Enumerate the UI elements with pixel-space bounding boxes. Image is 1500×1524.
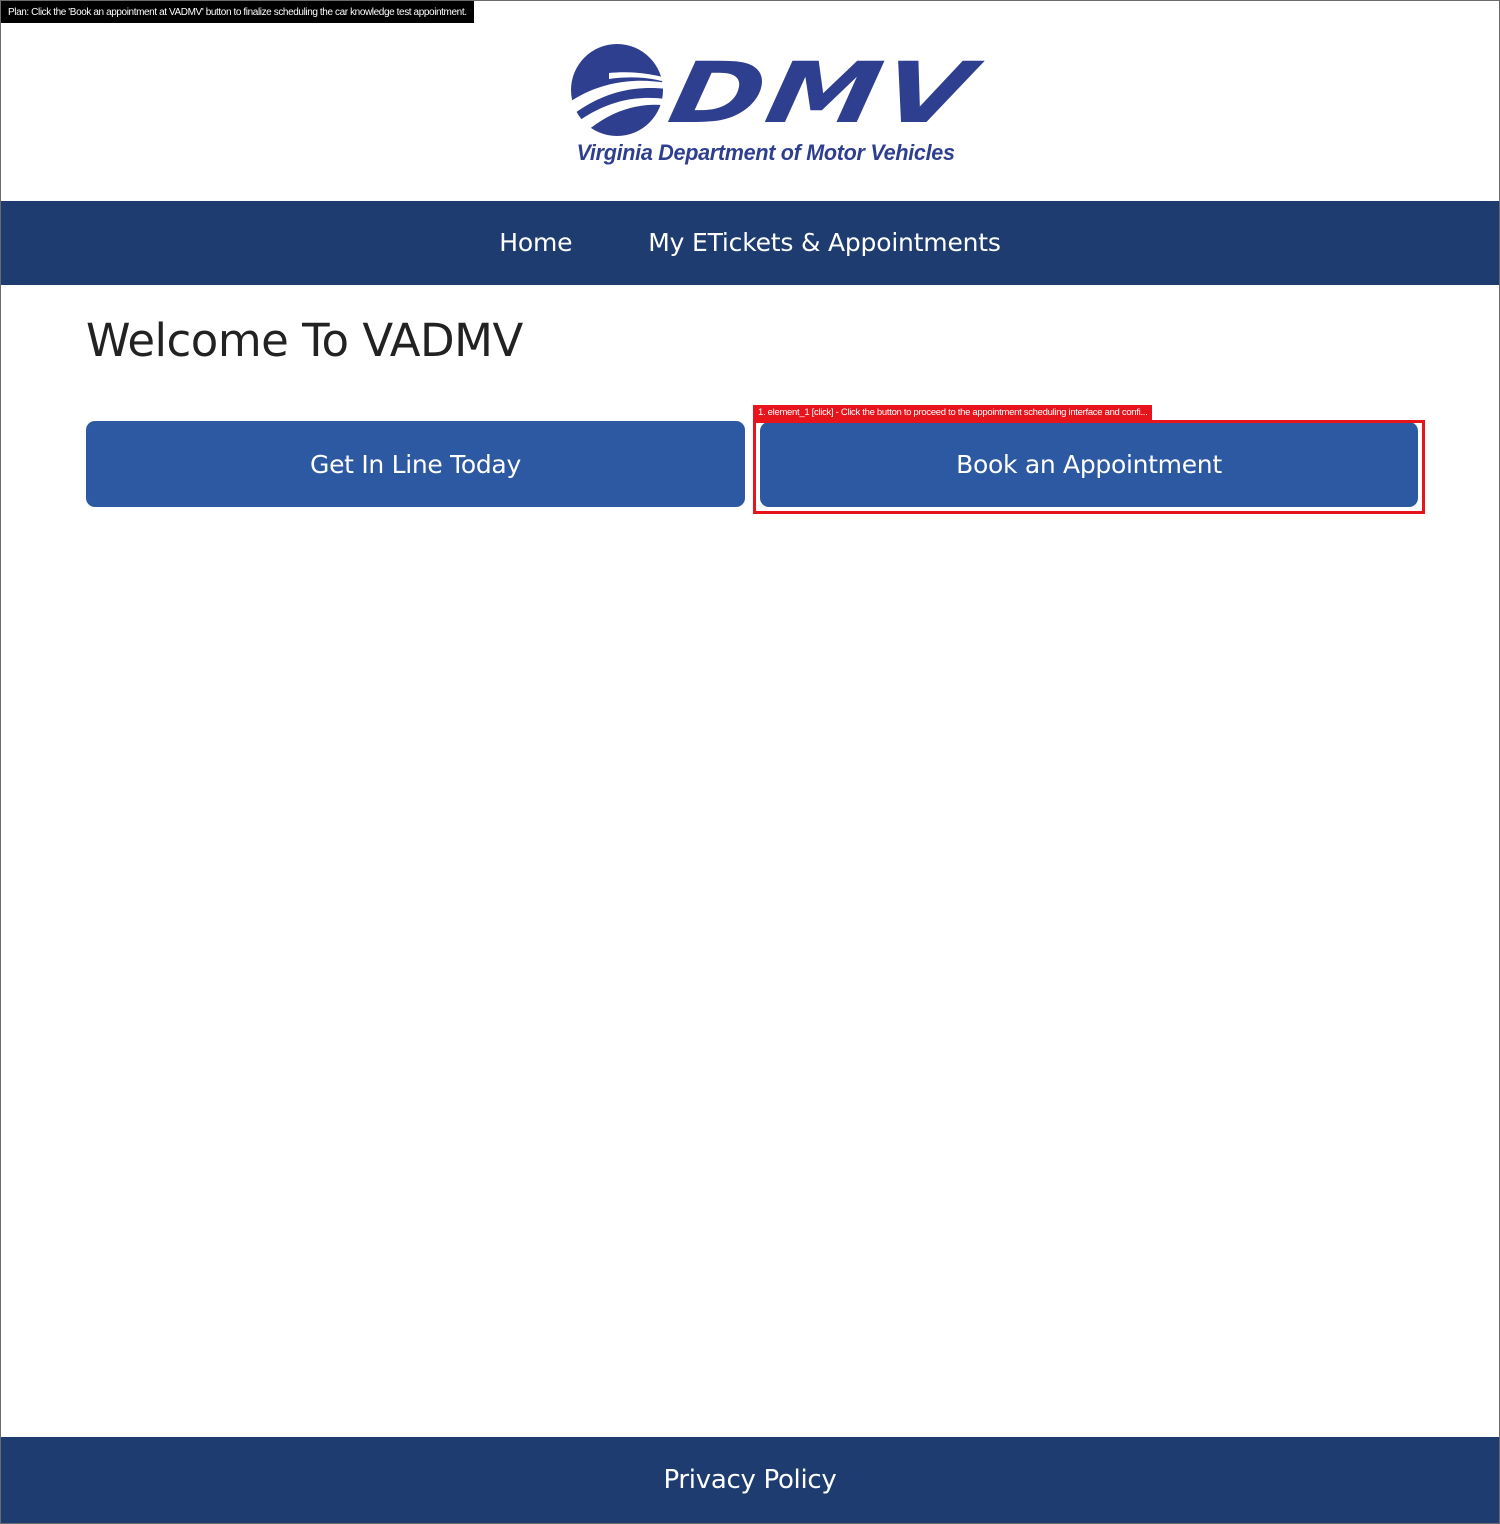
site-header: DMV Virginia Department of Motor Vehicle… [1, 1, 1499, 201]
page-title: Welcome To VADMV [86, 314, 523, 367]
page: Plan: Click the 'Book an appointment at … [0, 0, 1500, 1524]
dmv-logo[interactable]: DMV Virginia Department of Motor Vehicle… [569, 43, 983, 173]
book-appointment-button[interactable]: Book an Appointment [760, 422, 1418, 507]
agent-highlight-label: 1. element_1 [click] - Click the button … [753, 405, 1153, 420]
get-in-line-button[interactable]: Get In Line Today [86, 421, 745, 507]
dmv-swoosh-icon [571, 44, 669, 136]
site-footer: Privacy Policy [1, 1437, 1499, 1523]
logo-wordmark: DMV [661, 44, 984, 142]
nav-etickets-appointments-link[interactable]: My ETickets & Appointments [648, 201, 1001, 285]
privacy-policy-link[interactable]: Privacy Policy [664, 1465, 837, 1495]
main-nav: Home My ETickets & Appointments [1, 201, 1499, 285]
nav-home-link[interactable]: Home [499, 201, 572, 285]
agent-plan-banner: Plan: Click the 'Book an appointment at … [1, 1, 474, 23]
logo-subtitle: Virginia Department of Motor Vehicles [576, 140, 955, 165]
